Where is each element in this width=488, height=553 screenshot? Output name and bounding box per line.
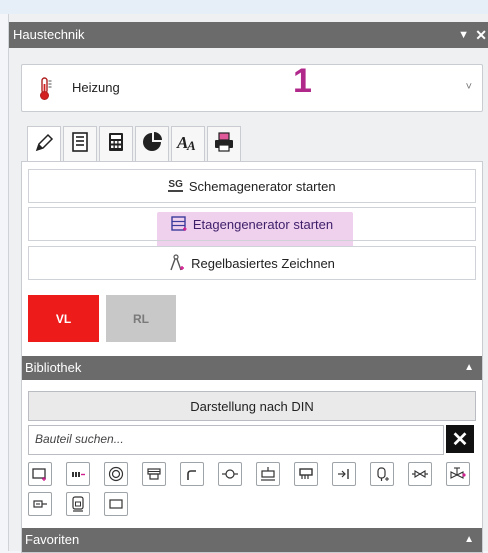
clear-search-button[interactable]: ✕ — [446, 425, 474, 453]
discipline-selected-value: Heizung — [72, 80, 120, 95]
favoriten-title: Favoriten — [25, 532, 80, 547]
radiator-component-icon[interactable] — [28, 462, 52, 486]
panel-titlebar: Haustechnik ▼ ✕ — [9, 22, 488, 48]
collapse-icon[interactable]: ▲ — [464, 356, 474, 380]
etagengenerator-label: Etagengenerator starten — [192, 216, 334, 232]
tab-chart[interactable] — [135, 126, 169, 161]
pie-chart-icon — [141, 131, 163, 158]
pipe-bend-component-icon[interactable] — [180, 462, 204, 486]
tank-component-icon[interactable] — [256, 462, 280, 486]
ruecklauf-toggle[interactable]: RL — [106, 295, 176, 342]
boiler-component-icon[interactable] — [104, 462, 128, 486]
bauteil-search — [28, 425, 444, 455]
bauteil-search-input[interactable] — [29, 426, 441, 452]
chevron-down-icon: ˅ — [465, 81, 472, 93]
bibliothek-header[interactable]: Bibliothek ▲ — [22, 356, 482, 380]
etagengenerator-icon — [171, 216, 187, 232]
manifold-component-icon[interactable] — [66, 462, 90, 486]
vorlauf-toggle[interactable]: VL — [28, 295, 99, 342]
annotation-marker: 1 — [293, 62, 312, 100]
calculator-icon — [106, 131, 126, 158]
schemagenerator-label: Schemagenerator starten — [188, 178, 336, 194]
tab-calculator[interactable] — [99, 126, 133, 161]
collapse-icon[interactable]: ▲ — [464, 528, 474, 552]
tab-list[interactable] — [63, 126, 97, 161]
rectangle-component-icon[interactable] — [104, 492, 128, 516]
compass-icon — [169, 254, 185, 272]
outlet-component-icon[interactable] — [332, 462, 356, 486]
schemagenerator-icon-text: SG — [168, 179, 183, 192]
panel-title: Haustechnik — [13, 27, 85, 42]
darstellung-din-button[interactable]: Darstellung nach DIN — [28, 391, 476, 421]
tool-tab-panel: SG Schemagenerator starten Etagengenerat… — [21, 161, 483, 553]
expansion-vessel-component-icon[interactable] — [370, 462, 394, 486]
panel-close-icon[interactable]: ✕ — [475, 22, 487, 48]
check-valve-component-icon[interactable] — [408, 462, 432, 486]
svg-text:A: A — [186, 138, 196, 153]
haustechnik-panel: Haustechnik ▼ ✕ Heizung ˅ 1 A A SG Schem… — [8, 14, 488, 553]
tab-print[interactable] — [207, 126, 241, 161]
tab-text-style[interactable]: AA — [171, 126, 205, 161]
meter-component-icon[interactable] — [28, 492, 52, 516]
regelbasiertes-zeichnen-button[interactable]: Regelbasiertes Zeichnen — [28, 246, 476, 280]
thermometer-icon — [38, 77, 54, 101]
discipline-dropdown[interactable]: Heizung ˅ — [21, 64, 483, 112]
schemagenerator-button[interactable]: SG Schemagenerator starten — [28, 169, 476, 203]
pump-component-icon[interactable] — [218, 462, 242, 486]
favoriten-header[interactable]: Favoriten ▲ — [22, 528, 482, 552]
etagengenerator-button[interactable]: Etagengenerator starten — [28, 207, 476, 241]
storage-component-icon[interactable] — [66, 492, 90, 516]
list-icon — [70, 131, 90, 158]
heat-exchanger-component-icon[interactable] — [294, 462, 318, 486]
text-style-icon: AA — [176, 131, 200, 158]
schemagenerator-icon: SG — [168, 179, 183, 192]
top-strip — [0, 0, 488, 14]
mixing-valve-component-icon[interactable] — [446, 462, 470, 486]
regelbasiertes-zeichnen-label: Regelbasiertes Zeichnen — [191, 255, 335, 271]
panel-options-icon[interactable]: ▼ — [458, 22, 469, 48]
bibliothek-title: Bibliothek — [25, 360, 82, 375]
pencil-icon — [33, 132, 55, 159]
printer-icon — [213, 131, 235, 158]
valve-box-component-icon[interactable] — [142, 462, 166, 486]
tab-pencil[interactable] — [27, 126, 61, 163]
